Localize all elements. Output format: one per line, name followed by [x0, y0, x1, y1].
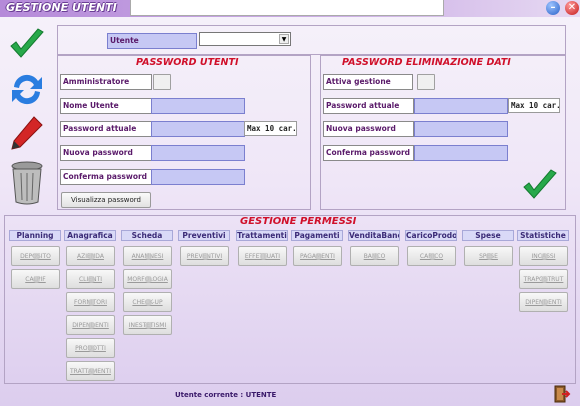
password-eliminazione-title: PASSWORD ELIMINAZIONE DATI [342, 57, 511, 68]
permesso-state-icon [32, 276, 40, 283]
permesso-state-icon [428, 253, 436, 260]
permesso-state-icon [314, 253, 322, 260]
permesso-state-icon [485, 253, 493, 260]
permesso-state-icon [87, 276, 95, 283]
title-input-box [130, 0, 444, 16]
permesso-state-icon [540, 276, 548, 283]
permesso-button[interactable]: TRATTAMENTI [66, 361, 115, 381]
utente-dropdown[interactable]: ▼ [199, 32, 291, 46]
permesso-button[interactable]: FORNITORI [66, 292, 115, 312]
trash-icon[interactable] [8, 160, 46, 206]
attiva-gestione-toggle[interactable] [417, 74, 435, 90]
nome-utente-label: Nome Utente [60, 98, 152, 114]
password-attuale-label: Password attuale [60, 121, 152, 137]
permessi-col-header: Scheda [121, 230, 173, 241]
permessi-col-header: Statistiche [517, 230, 569, 241]
permesso-button[interactable]: CHECK-UP [123, 292, 172, 312]
permesso-button[interactable]: SPESE [464, 246, 513, 266]
permesso-button[interactable]: CLIENTI [66, 269, 115, 289]
permesso-state-icon [540, 299, 548, 306]
permesso-state-icon [87, 322, 95, 329]
utente-label: Utente [107, 33, 197, 49]
permessi-col-header: Pagamenti [291, 230, 343, 241]
password-attuale-input[interactable] [151, 121, 245, 137]
permesso-state-icon [144, 253, 152, 260]
conferma-password-label: Conferma password [60, 169, 152, 185]
permesso-button[interactable]: ANAMNESI [123, 246, 172, 266]
permesso-button[interactable]: DEPOSITO [11, 246, 60, 266]
max-note: Max 10 car. [244, 121, 297, 136]
permesso-state-icon [144, 322, 152, 329]
permesso-state-icon [144, 299, 152, 306]
permessi-col-header: CaricoProdotti [405, 230, 457, 241]
amministratore-toggle[interactable] [153, 74, 171, 90]
permessi-col-header: Planning [9, 230, 61, 241]
elim-nuova-password-label: Nuova password [323, 121, 414, 137]
permesso-button[interactable]: CALPIF [11, 269, 60, 289]
permesso-state-icon [87, 299, 95, 306]
permesso-state-icon [144, 276, 152, 283]
permesso-button[interactable]: DIPENDENTI [519, 292, 568, 312]
permesso-state-icon [201, 253, 209, 260]
minimize-icon[interactable]: – [546, 1, 560, 15]
elim-password-attuale-input[interactable] [414, 98, 508, 114]
check-icon[interactable] [8, 26, 46, 64]
main-window: GESTIONE UTENTI – ✕ Utente ▼ PASSWORD UT… [0, 0, 580, 406]
permesso-button[interactable]: PAGAMENTI [293, 246, 342, 266]
nuova-password-input[interactable] [151, 145, 245, 161]
permesso-button[interactable]: INESTETISMI [123, 315, 172, 335]
permesso-button[interactable]: BANCO [350, 246, 399, 266]
permessi-col-header: Preventivi [178, 230, 230, 241]
gestione-permessi-title: GESTIONE PERMESSI [240, 216, 357, 227]
permesso-button[interactable]: AZIENDA [66, 246, 115, 266]
permesso-button[interactable]: MORFOLOGIA [123, 269, 172, 289]
permesso-state-icon [87, 368, 95, 375]
elim-max-note: Max 10 car. [508, 98, 561, 113]
window-title: GESTIONE UTENTI [6, 1, 117, 14]
permessi-col-header: Trattamenti [236, 230, 288, 241]
permessi-col-header: Anagrafica [64, 230, 116, 241]
attiva-gestione-label: Attiva gestione [323, 74, 413, 90]
elim-nuova-password-input[interactable] [414, 121, 508, 137]
exit-icon[interactable] [553, 385, 571, 403]
permessi-col-header: Spese [462, 230, 514, 241]
status-text: Utente corrente : UTENTE [175, 391, 277, 399]
refresh-icon[interactable] [8, 70, 46, 108]
permesso-button[interactable]: TRAPOSTRUT [519, 269, 568, 289]
pencil-icon[interactable] [8, 114, 46, 152]
dropdown-arrow-icon[interactable]: ▼ [279, 34, 289, 44]
nome-utente-input[interactable] [151, 98, 245, 114]
conferma-password-input[interactable] [151, 169, 245, 185]
permesso-button[interactable]: DIPENDENTI [66, 315, 115, 335]
elim-password-attuale-label: Password attuale [323, 98, 414, 114]
permesso-button[interactable]: PREVENTIVI [180, 246, 229, 266]
visualizza-password-button[interactable]: Visualizza password [61, 192, 151, 208]
password-utenti-title: PASSWORD UTENTI [136, 57, 239, 68]
confirm-check-icon[interactable] [521, 167, 559, 205]
close-icon[interactable]: ✕ [565, 1, 579, 15]
elim-conferma-password-input[interactable] [414, 145, 508, 161]
permesso-button[interactable]: CARICO [407, 246, 456, 266]
permesso-button[interactable]: PRODOTTI [66, 338, 115, 358]
nuova-password-label: Nuova password [60, 145, 152, 161]
amministratore-label: Amministratore [60, 74, 152, 90]
elim-conferma-password-label: Conferma password [323, 145, 414, 161]
permesso-state-icon [32, 253, 40, 260]
permesso-state-icon [540, 253, 548, 260]
permesso-state-icon [87, 253, 95, 260]
permessi-col-header: VenditaBanco [348, 230, 400, 241]
permesso-state-icon [259, 253, 267, 260]
permesso-state-icon [87, 345, 95, 352]
permesso-button[interactable]: INCASSI [519, 246, 568, 266]
permesso-button[interactable]: EFFETTUATI [238, 246, 287, 266]
permesso-state-icon [371, 253, 379, 260]
